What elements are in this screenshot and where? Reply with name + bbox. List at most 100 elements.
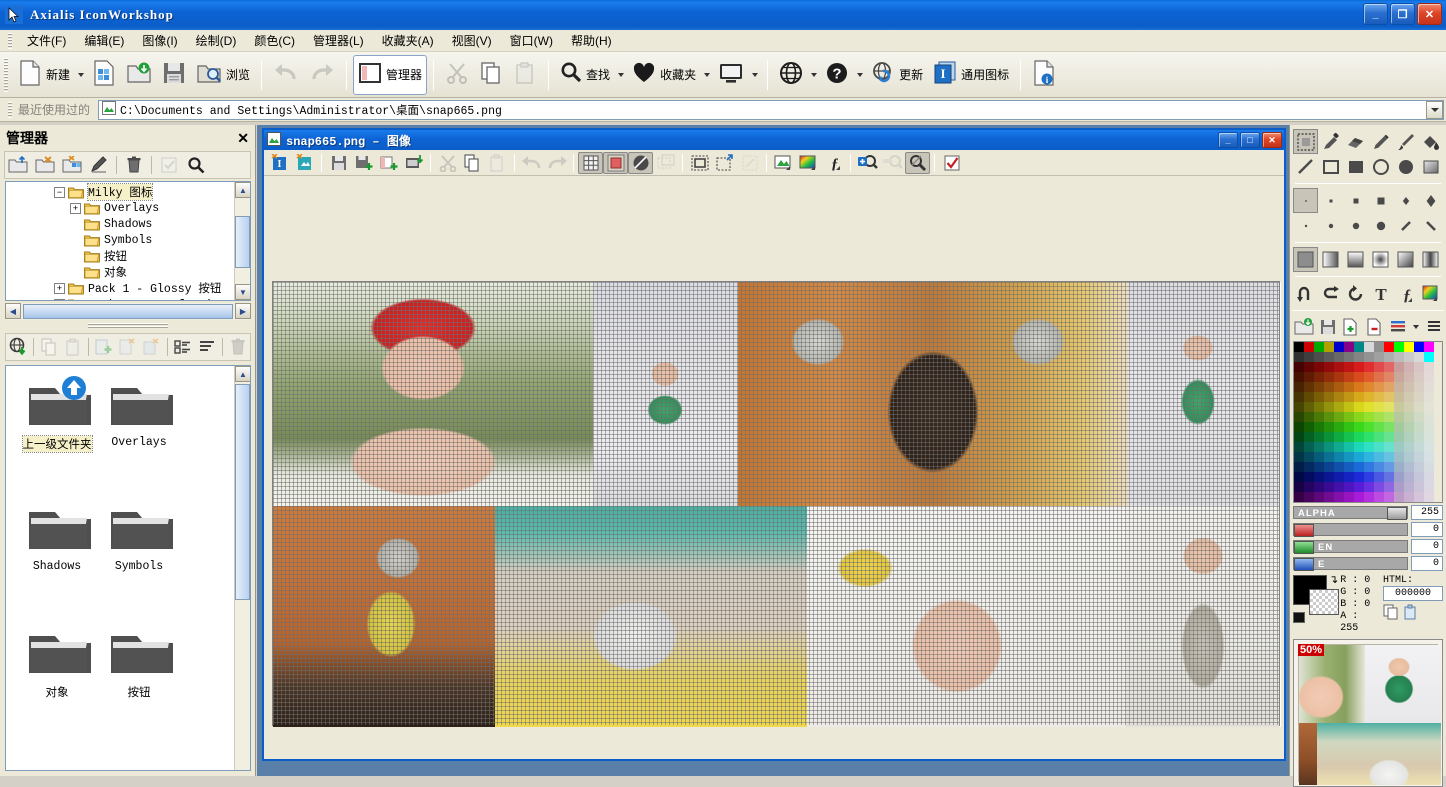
image-paste-button[interactable] — [485, 152, 510, 174]
clear-selection-button[interactable] — [140, 335, 164, 359]
palette-swatch[interactable] — [1424, 362, 1434, 372]
fill-gradient-horizontal-button[interactable] — [1318, 247, 1343, 272]
palette-swatch[interactable] — [1374, 342, 1384, 352]
palette-swatch[interactable] — [1324, 462, 1334, 472]
image-save-as-button[interactable] — [351, 152, 376, 174]
palette-swatch[interactable] — [1344, 342, 1354, 352]
document-minimize-button[interactable]: _ — [1218, 132, 1238, 148]
tool-effects-button[interactable]: ƒ — [1393, 281, 1418, 306]
palette-swatch[interactable] — [1344, 362, 1354, 372]
alpha-slider-track[interactable]: ALPHA — [1293, 506, 1408, 520]
blue-slider-track[interactable]: E — [1293, 557, 1408, 571]
palette-swatch[interactable] — [1334, 412, 1344, 422]
palette-swatch[interactable] — [1294, 382, 1304, 392]
palette-swatch[interactable] — [1374, 422, 1384, 432]
web-button[interactable] — [774, 55, 808, 95]
expander-icon[interactable]: + — [54, 298, 65, 300]
palette-swatch[interactable] — [1304, 492, 1314, 502]
zoom-in-button[interactable] — [855, 152, 880, 174]
tree-node-pack10[interactable]: + Pack 10 - Professional 工 — [6, 296, 250, 300]
tree-node-pack1[interactable]: + Pack 1 - Glossy 按钮 — [6, 280, 250, 296]
tree-node-shadows[interactable]: Shadows — [6, 216, 250, 232]
palette-swatch[interactable] — [1294, 352, 1304, 362]
swap-colors-icon[interactable]: ↴ — [1329, 573, 1338, 587]
addressbar-grip[interactable] — [8, 101, 12, 118]
image-preview-navigator[interactable]: 50% — [1293, 639, 1443, 787]
palette-swatch[interactable] — [1404, 432, 1414, 442]
find-button[interactable]: 查找 — [555, 55, 615, 95]
palette-swatch[interactable] — [1334, 342, 1344, 352]
palette-swatch[interactable] — [1364, 352, 1374, 362]
palette-swatch[interactable] — [1334, 402, 1344, 412]
folder-item-shadows[interactable]: Shadows — [16, 498, 98, 622]
tree-node-objects[interactable]: 对象 — [6, 264, 250, 280]
redo-button[interactable] — [304, 55, 340, 95]
palette-swatch[interactable] — [1314, 442, 1324, 452]
green-slider-track[interactable]: EN — [1293, 540, 1408, 554]
palette-swatch[interactable] — [1364, 362, 1374, 372]
palette-swatch[interactable] — [1374, 372, 1384, 382]
palette-swatch[interactable] — [1364, 462, 1374, 472]
palette-swatch[interactable] — [1354, 462, 1364, 472]
toggle-preview-button[interactable] — [653, 152, 678, 174]
palette-swatch[interactable] — [1354, 442, 1364, 452]
palette-swatch[interactable] — [1294, 362, 1304, 372]
move-selection-button[interactable] — [712, 152, 737, 174]
palette-swatch[interactable] — [1324, 382, 1334, 392]
palette-swatch[interactable] — [1294, 432, 1304, 442]
palette-swatch[interactable] — [1344, 482, 1354, 492]
menu-edit[interactable]: 编辑(E) — [75, 30, 133, 51]
palette-swatch[interactable] — [1354, 402, 1364, 412]
palette-swatch[interactable] — [1304, 352, 1314, 362]
blue-value-field[interactable]: 0 — [1411, 556, 1443, 571]
palette-swatch[interactable] — [1354, 472, 1364, 482]
red-slider-knob[interactable] — [1294, 524, 1314, 537]
folder-browser[interactable]: 上一级文件夹 Overlays Shadows Symbols 对象 按钮 ▲ — [5, 365, 251, 771]
brush-stroke-forward-button[interactable] — [1393, 213, 1418, 238]
palette-swatch[interactable] — [1384, 402, 1394, 412]
palette-swatch[interactable] — [1324, 472, 1334, 482]
background-color-swatch[interactable] — [1309, 589, 1339, 615]
create-icon-from-image-button[interactable]: I — [267, 152, 292, 174]
palette-swatch[interactable] — [1354, 492, 1364, 502]
screen-capture-button[interactable] — [713, 55, 749, 95]
palette-swatch[interactable] — [1294, 392, 1304, 402]
brush-tool-button[interactable] — [1393, 129, 1418, 154]
toolbar-grip[interactable] — [4, 57, 8, 92]
palette-swatch[interactable] — [1364, 482, 1374, 492]
palette-swatch[interactable] — [1424, 492, 1434, 502]
undo-button[interactable] — [268, 55, 304, 95]
new-from-grid-button[interactable] — [87, 55, 121, 95]
menu-favorites[interactable]: 收藏夹(A) — [373, 30, 443, 51]
fill-gradient-mirror-button[interactable] — [1418, 247, 1443, 272]
palette-swatch[interactable] — [1334, 452, 1344, 462]
brush-dot-1-button[interactable] — [1293, 213, 1318, 238]
palette-swatch[interactable] — [1294, 462, 1304, 472]
palette-swatch[interactable] — [1364, 412, 1374, 422]
palette-swatch[interactable] — [1394, 452, 1404, 462]
palette-swatch[interactable] — [1414, 412, 1424, 422]
palette-swatch[interactable] — [1364, 402, 1374, 412]
palette-swatch[interactable] — [1424, 412, 1434, 422]
palette-swatch[interactable] — [1304, 442, 1314, 452]
panel-splitter[interactable] — [88, 323, 168, 328]
add-image-button[interactable] — [376, 152, 401, 174]
adjust-image-button[interactable] — [771, 152, 796, 174]
palette-swatch[interactable] — [1324, 342, 1334, 352]
palette-swatch[interactable] — [1304, 342, 1314, 352]
tree-node-buttons[interactable]: 按钮 — [6, 248, 250, 264]
library-tree[interactable]: − Milky 图标 + Overlays Shadows Symbols 按钮… — [5, 181, 251, 301]
folder-item-overlays[interactable]: Overlays — [98, 374, 180, 498]
palette-swatch[interactable] — [1324, 392, 1334, 402]
folder-item-symbols[interactable]: Symbols — [98, 498, 180, 622]
palette-swatch[interactable] — [1414, 472, 1424, 482]
palette-swatch[interactable] — [1344, 472, 1354, 482]
selection-tool-button[interactable] — [1293, 129, 1318, 154]
palette-swatch[interactable] — [1404, 472, 1414, 482]
palette-swatch[interactable] — [1394, 372, 1404, 382]
palette-swatch[interactable] — [1414, 452, 1424, 462]
palette-swatch[interactable] — [1374, 452, 1384, 462]
rename-library-button[interactable] — [86, 153, 112, 177]
palette-swatch[interactable] — [1304, 482, 1314, 492]
save-button[interactable] — [157, 55, 191, 95]
